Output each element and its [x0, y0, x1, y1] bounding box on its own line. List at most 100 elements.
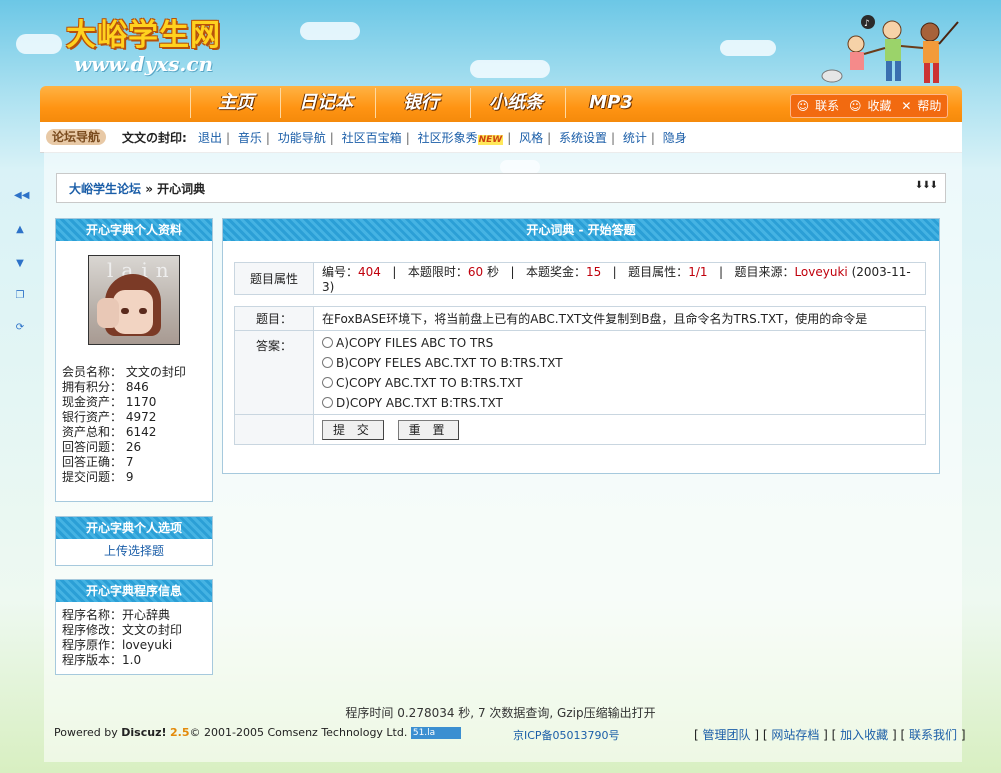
contact-link[interactable]: 联系	[815, 99, 839, 113]
answer-options: A)COPY FILES ABC TO TRS B)COPY FELES ABC…	[313, 330, 926, 415]
separator: |	[507, 131, 512, 145]
radio-button[interactable]	[322, 357, 333, 368]
subnav-invisible[interactable]: 隐身	[663, 131, 687, 145]
subnav-music[interactable]: 音乐	[238, 131, 262, 145]
options-panel-title: 开心字典个人选项	[56, 517, 212, 539]
prize-label: 本题奖金：	[525, 265, 586, 279]
site-logo[interactable]: 大峪学生网	[66, 10, 221, 54]
separator: |	[329, 131, 334, 145]
program-panel-title: 开心字典程序信息	[56, 580, 212, 602]
nav-bank[interactable]: 银行	[375, 88, 466, 118]
profile-stats: 会员名称： 文文の封印 拥有积分： 846 现金资产： 1170 银行资产： 4…	[56, 365, 212, 491]
program-row: 程序名称：开心辞典	[62, 608, 171, 622]
nav-home[interactable]: 主页	[190, 88, 281, 118]
source-label: 题目来源：	[734, 265, 795, 279]
attr-values: 编号：404 | 本题限时：60 秒 | 本题奖金：15 | 题目属性：1/1 …	[313, 262, 926, 295]
options-body: 上传选择题	[56, 539, 212, 563]
favorite-link[interactable]: 收藏	[867, 99, 891, 113]
answer-option-c[interactable]: C)COPY ABC.TXT TO B:TRS.TXT	[322, 373, 917, 393]
profile-row: 拥有积分： 846	[62, 380, 149, 394]
profile-row: 会员名称： 文文の封印	[62, 365, 186, 379]
scroll-up-icon[interactable]: ▲	[14, 224, 26, 236]
program-info-panel: 开心字典程序信息 程序名称：开心辞典 程序修改：文文の封印 程序原作：lovey…	[55, 579, 213, 675]
refresh-icon[interactable]: ⟳	[14, 322, 26, 334]
forum-nav-tag: 论坛导航	[46, 129, 107, 145]
profile-panel-title: 开心字典个人资料	[56, 219, 212, 241]
footer-links: [ 管理团队 ] [ 网站存档 ] [ 加入收藏 ] [ 联系我们 ]	[694, 728, 966, 742]
separator: |	[226, 131, 231, 145]
site-url: www.dyxs.cn	[74, 52, 214, 76]
forum-subnav: 论坛导航 文文の封印: 退出 | 音乐 | 功能导航 | 社区百宝箱 | 社区形象秀NE…	[40, 122, 962, 153]
subnav-avatar-show[interactable]: 社区形象秀	[418, 131, 478, 145]
discuz-version: 2.5	[170, 726, 190, 739]
subnav-style[interactable]: 风格	[519, 131, 543, 145]
program-row: 程序版本：1.0	[62, 653, 142, 667]
answer-option-d[interactable]: D)COPY ABC.TXT B:TRS.TXT	[322, 393, 917, 413]
help-link[interactable]: 帮助	[917, 99, 941, 113]
radio-button[interactable]	[322, 377, 333, 388]
radio-button[interactable]	[322, 337, 333, 348]
help-icon: ✕	[901, 99, 912, 113]
attr2-label: 题目属性：	[628, 265, 689, 279]
profile-row: 现金资产： 1170	[62, 395, 157, 409]
nav-mp3[interactable]: MP3	[565, 88, 656, 118]
collapse-arrows-icon[interactable]: ⬇⬇⬇	[915, 180, 938, 191]
radio-button[interactable]	[322, 397, 333, 408]
main-nav-bar: 主页 日记本 银行 小纸条 MP3 ☺ 联系 ☺ 收藏 ✕ 帮助	[40, 86, 962, 122]
program-info: 程序名称：开心辞典 程序修改：文文の封印 程序原作：loveyuki 程序版本：…	[56, 602, 212, 674]
breadcrumb-home[interactable]: 大峪学生论坛	[69, 182, 141, 196]
profile-row: 银行资产： 4972	[62, 410, 157, 424]
footer-archive[interactable]: 网站存档	[771, 728, 819, 742]
answer-label: 答案：	[234, 330, 314, 415]
answer-option-b[interactable]: B)COPY FELES ABC.TXT TO B:TRS.TXT	[322, 353, 917, 373]
subnav-treasure-box[interactable]: 社区百宝箱	[342, 131, 402, 145]
new-badge: NEW	[477, 135, 504, 145]
subnav-function-nav[interactable]: 功能导航	[278, 131, 326, 145]
upload-question-link[interactable]: 上传选择题	[104, 544, 164, 558]
header-quick-links: ☺ 联系 ☺ 收藏 ✕ 帮助	[790, 94, 948, 118]
footer-contact[interactable]: 联系我们	[909, 728, 957, 742]
question-text: 在FoxBASE环境下，将当前盘上已有的ABC.TXT文件复制到B盘，且命令名为…	[313, 306, 926, 331]
profile-row: 资产总和： 6142	[62, 425, 157, 439]
profile-row: 回答正确： 7	[62, 455, 134, 469]
reset-button[interactable]: 重 置	[397, 419, 460, 440]
breadcrumb-current: » 开心词典	[145, 182, 206, 196]
powered-text: Powered by	[54, 726, 122, 739]
program-row: 程序原作：loveyuki	[62, 638, 173, 652]
subnav-stats[interactable]: 统计	[623, 131, 647, 145]
attr2-value: 1/1	[688, 265, 708, 279]
footer-admin-team[interactable]: 管理团队	[703, 728, 751, 742]
answer-option-a[interactable]: A)COPY FILES ABC TO TRS	[322, 333, 917, 353]
contact-icon: ☺	[796, 99, 810, 113]
counter-badge[interactable]: 51.la	[410, 727, 461, 739]
subnav-logout[interactable]: 退出	[198, 131, 222, 145]
source-author[interactable]: Loveyuki	[794, 265, 847, 279]
rewind-icon[interactable]: ◀◀	[14, 190, 29, 202]
quiz-attributes-table: 题目属性 编号：404 | 本题限时：60 秒 | 本题奖金：15 | 题目属性…	[234, 262, 926, 295]
discuz-link[interactable]: Discuz!	[121, 726, 166, 739]
scroll-down-icon[interactable]: ▼	[14, 258, 26, 270]
favorite-icon: ☺	[848, 99, 862, 113]
cloud-decoration	[720, 40, 776, 56]
profile-panel: 开心字典个人资料 lain 会员名称： 文文の封印 拥有积分： 846 现金资产…	[55, 218, 213, 502]
separator: |	[650, 131, 655, 145]
window-icon[interactable]: ❐	[14, 290, 26, 302]
cartoon-kids-illustration: ♪	[821, 15, 959, 83]
options-panel: 开心字典个人选项 上传选择题	[55, 516, 213, 566]
icp-link[interactable]: 京ICP备05013790号	[513, 729, 620, 742]
profile-row: 提交问题： 9	[62, 470, 134, 484]
footer-stats: 程序时间 0.278034 秒, 7 次数据查询, Gzip压缩输出打开	[345, 706, 656, 720]
attr-label: 题目属性	[234, 262, 314, 295]
nav-diary[interactable]: 日记本	[280, 88, 371, 118]
separator: |	[265, 131, 270, 145]
subnav-settings[interactable]: 系统设置	[559, 131, 607, 145]
nav-notes[interactable]: 小纸条	[470, 88, 561, 118]
subnav-links: 退出 | 音乐 | 功能导航 | 社区百宝箱 | 社区形象秀NEW | 风格 | 系统设置 |…	[198, 129, 687, 146]
separator: |	[547, 131, 552, 145]
icp-record: 京ICP备05013790号	[513, 727, 620, 743]
footer-add-favorite[interactable]: 加入收藏	[840, 728, 888, 742]
submit-button[interactable]: 提 交	[322, 419, 384, 440]
current-user: 文文の封印:	[122, 131, 187, 145]
form-actions: 提 交 重 置	[313, 414, 926, 445]
empty-cell	[234, 414, 314, 445]
